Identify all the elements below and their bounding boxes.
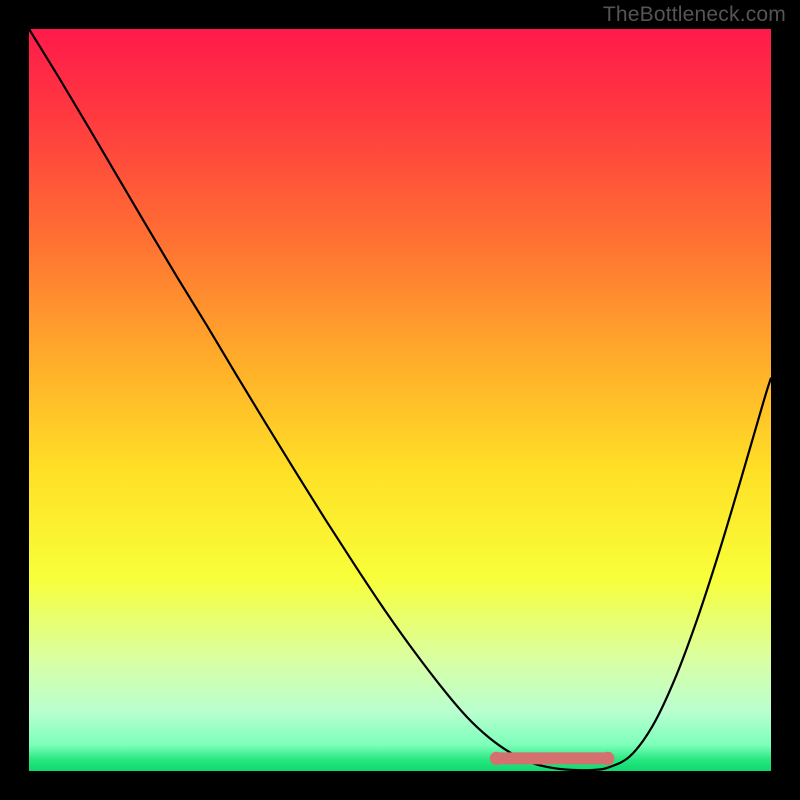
plot-area — [29, 29, 771, 771]
watermark-text: TheBottleneck.com — [603, 3, 786, 27]
optimal-zone-marker — [490, 752, 615, 765]
marker-layer — [29, 29, 771, 771]
chart-stage: TheBottleneck.com — [0, 0, 800, 800]
